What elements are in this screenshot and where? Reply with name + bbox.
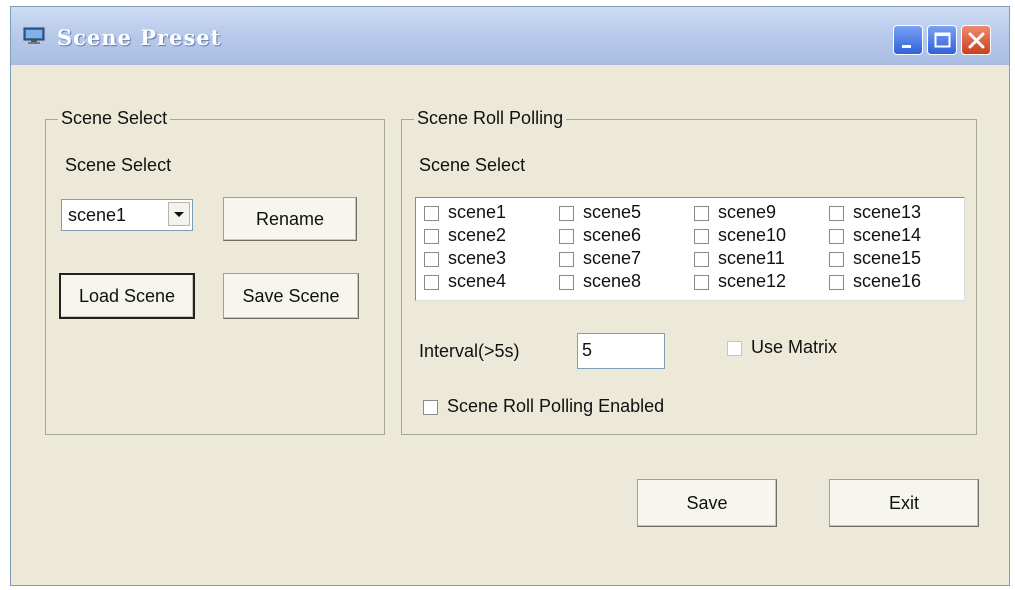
- scene5-label: scene5: [583, 202, 642, 222]
- scene16-checkbox[interactable]: [829, 275, 844, 290]
- scene6-checkbox[interactable]: [559, 229, 574, 244]
- minimize-button[interactable]: [893, 25, 923, 55]
- scene5-checkbox[interactable]: [559, 206, 574, 221]
- interval-input[interactable]: [582, 340, 656, 361]
- exit-button[interactable]: Exit: [829, 479, 979, 527]
- scene3-label: scene3: [448, 248, 507, 268]
- scene7-checkbox[interactable]: [559, 252, 574, 267]
- scene12-checkbox[interactable]: [694, 275, 709, 290]
- interval-input-box[interactable]: [577, 333, 665, 369]
- scene16-label: scene16: [853, 271, 922, 291]
- roll-scene-select-label: Scene Select: [419, 155, 526, 175]
- scene2-checkbox[interactable]: [424, 229, 439, 244]
- maximize-button[interactable]: [927, 25, 957, 55]
- use-matrix-label: Use Matrix: [751, 337, 838, 357]
- scene8-label: scene8: [583, 271, 642, 291]
- scene-combo-value: scene1: [68, 205, 127, 225]
- scene1-checkbox[interactable]: [424, 206, 439, 221]
- scene3-checkbox[interactable]: [424, 252, 439, 267]
- scene-preset-window: Scene Preset Scene Select Scene Select s…: [10, 6, 1010, 586]
- title-bar[interactable]: Scene Preset: [11, 7, 1009, 65]
- close-button[interactable]: [961, 25, 991, 55]
- scene4-label: scene4: [448, 271, 507, 291]
- chevron-down-icon[interactable]: [168, 202, 190, 226]
- scene15-checkbox[interactable]: [829, 252, 844, 267]
- scene12-label: scene12: [718, 271, 787, 291]
- scene13-label: scene13: [853, 202, 922, 222]
- save-scene-button[interactable]: Save Scene: [223, 273, 359, 319]
- rename-button[interactable]: Rename: [223, 197, 357, 241]
- window-title: Scene Preset: [57, 25, 222, 50]
- scene10-label: scene10: [718, 225, 787, 245]
- scene11-checkbox[interactable]: [694, 252, 709, 267]
- scene-combo[interactable]: scene1: [61, 199, 193, 231]
- scene14-checkbox[interactable]: [829, 229, 844, 244]
- scene1-label: scene1: [448, 202, 507, 222]
- maximize-icon: [934, 32, 951, 48]
- scene-select-group-label: Scene Select: [58, 108, 171, 129]
- roll-polling-enabled-label: Scene Roll Polling Enabled: [447, 396, 665, 416]
- minimize-icon: [902, 45, 911, 48]
- scene-roll-polling-group-label: Scene Roll Polling: [414, 108, 567, 129]
- scene-select-label: Scene Select: [65, 155, 172, 175]
- scene9-checkbox[interactable]: [694, 206, 709, 221]
- scene-checklist: scene1 scene2 scene3 scene4 scene5 scene…: [415, 197, 965, 301]
- scene7-label: scene7: [583, 248, 642, 268]
- load-scene-button[interactable]: Load Scene: [59, 273, 195, 319]
- scene8-checkbox[interactable]: [559, 275, 574, 290]
- scene10-checkbox[interactable]: [694, 229, 709, 244]
- scene14-label: scene14: [853, 225, 922, 245]
- roll-polling-enabled-checkbox[interactable]: [423, 400, 438, 415]
- interval-label: Interval(>5s): [419, 341, 520, 361]
- scene2-label: scene2: [448, 225, 507, 245]
- scene13-checkbox[interactable]: [829, 206, 844, 221]
- save-button[interactable]: Save: [637, 479, 777, 527]
- scene15-label: scene15: [853, 248, 922, 268]
- monitor-icon: [23, 27, 45, 45]
- close-icon: [968, 32, 985, 49]
- scene11-label: scene11: [718, 248, 785, 268]
- scene6-label: scene6: [583, 225, 642, 245]
- scene4-checkbox[interactable]: [424, 275, 439, 290]
- use-matrix-checkbox: [727, 341, 742, 356]
- scene9-label: scene9: [718, 202, 777, 222]
